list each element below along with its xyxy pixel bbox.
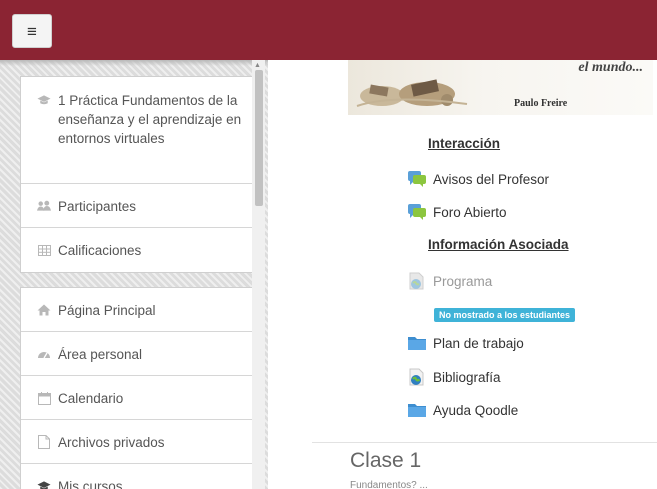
heading-interaction: Interacción <box>428 136 501 151</box>
calendar-icon <box>37 391 51 405</box>
banner-author: Paulo Freire <box>514 98 568 109</box>
resource-label: Ayuda Qoodle <box>433 402 519 418</box>
users-icon <box>37 199 51 213</box>
graduation-cap-icon <box>37 93 51 107</box>
banner-illustration <box>356 79 468 107</box>
sidebar-item-label: Participantes <box>58 199 137 214</box>
sidebar-item-private-files[interactable]: Archivos privados <box>21 420 259 464</box>
file-icon <box>37 435 51 449</box>
sidebar-item-label: Página Principal <box>58 303 156 318</box>
scroll-up-arrow-icon[interactable]: ▲ <box>254 62 261 69</box>
resource-bibliography[interactable]: Bibliografía <box>407 368 501 386</box>
sidebar-item-my-courses[interactable]: Mis cursos <box>21 464 259 489</box>
table-icon <box>37 243 51 257</box>
resource-label: Bibliografía <box>433 369 501 385</box>
sidebar-item-label: Calendario <box>58 391 124 406</box>
top-navbar: ≡ <box>0 0 657 60</box>
hidden-from-students-badge: No mostrado a los estudiantes <box>434 308 576 322</box>
home-icon <box>37 303 51 317</box>
forum-icon <box>408 171 426 187</box>
sidebar-item-dashboard[interactable]: Área personal <box>21 332 259 376</box>
sidebar-item-label: Mis cursos <box>58 479 123 489</box>
graduation-cap-icon <box>37 479 51 489</box>
sidebar-item-participants[interactable]: Participantes <box>21 184 259 228</box>
course-nav-block: 1 Práctica Fundamentos de la enseñanza y… <box>20 76 260 273</box>
resource-work-plan[interactable]: Plan de trabajo <box>407 334 524 352</box>
sidebar-toggle-button[interactable]: ≡ <box>12 14 52 48</box>
url-globe-icon <box>409 368 424 386</box>
activity-label: Foro Abierto <box>433 204 507 220</box>
section-title: Clase 1 <box>350 449 422 472</box>
hamburger-icon: ≡ <box>27 21 37 41</box>
sidebar-item-label: 1 Práctica Fundamentos de la enseñanza y… <box>58 93 242 146</box>
url-globe-icon <box>409 272 424 290</box>
resource-qoodle-help[interactable]: Ayuda Qoodle <box>407 401 518 419</box>
activity-label: Programa <box>433 273 493 289</box>
activity-forum-open[interactable]: Foro Abierto <box>407 203 507 221</box>
resource-label: Plan de trabajo <box>433 335 524 351</box>
forum-icon <box>408 204 426 220</box>
sidebar-item-grades[interactable]: Calificaciones <box>21 228 259 272</box>
activity-forum-teacher[interactable]: Avisos del Profesor <box>407 170 549 188</box>
activity-label: Avisos del Profesor <box>433 171 550 187</box>
heading-associated-info: Información Asociada <box>428 237 569 252</box>
sidebar-item-label: Área personal <box>58 347 143 362</box>
banner-quote: el mundo... <box>578 60 643 75</box>
sidebar-item-label: Archivos privados <box>58 435 165 450</box>
activity-programa[interactable]: Programa <box>407 272 492 290</box>
banner-image: el mundo... Paulo Freire <box>348 60 653 115</box>
sidebar-scrollbar-thumb[interactable] <box>255 70 263 206</box>
folder-icon <box>408 337 426 350</box>
section-divider <box>312 442 657 443</box>
site-nav-block: Página Principal Área personal Calendari… <box>20 287 260 489</box>
dashboard-icon <box>37 347 51 361</box>
sidebar-item-home[interactable]: Página Principal <box>21 288 259 332</box>
section-subtitle: Fundamentos? ... <box>350 480 428 489</box>
sidebar-shadow <box>0 60 268 66</box>
sidebar-item-calendar[interactable]: Calendario <box>21 376 259 420</box>
sidebar-item-course[interactable]: 1 Práctica Fundamentos de la enseñanza y… <box>21 77 259 184</box>
folder-icon <box>408 404 426 417</box>
sidebar-item-label: Calificaciones <box>58 243 142 258</box>
